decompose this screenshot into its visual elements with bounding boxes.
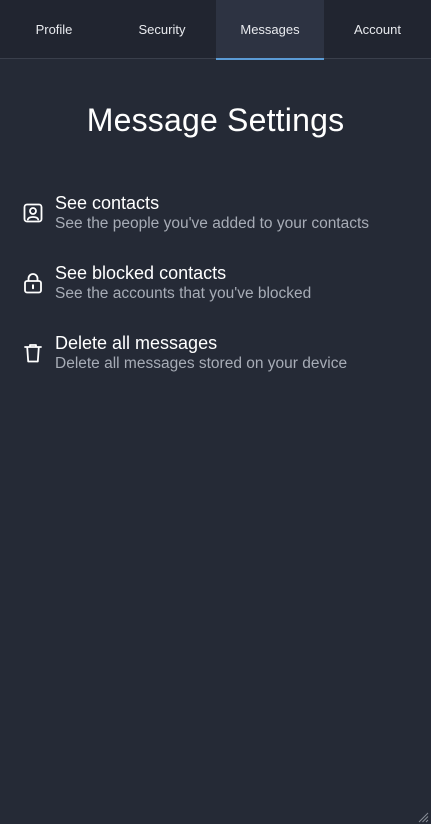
- item-description: Delete all messages stored on your devic…: [55, 355, 348, 372]
- item-title: See blocked contacts: [55, 263, 227, 283]
- item-description: See the accounts that you've blocked: [55, 285, 312, 302]
- settings-list: See contacts See the people you've added…: [0, 193, 431, 373]
- settings-window: Profile Security Messages Account Messag…: [0, 0, 431, 824]
- see-blocked-contacts-item[interactable]: See blocked contacts See the accounts th…: [22, 263, 402, 303]
- trash-icon: [22, 342, 44, 364]
- page-title: Message Settings: [86, 102, 345, 138]
- tab-security[interactable]: Security: [108, 0, 216, 59]
- tab-label: Profile: [35, 22, 73, 37]
- tab-profile[interactable]: Profile: [0, 0, 108, 59]
- tab-account[interactable]: Account: [324, 0, 431, 59]
- contact-card-icon: [22, 202, 44, 224]
- delete-all-messages-item[interactable]: Delete all messages Delete all messages …: [22, 333, 402, 373]
- resize-grip-icon[interactable]: [417, 810, 429, 823]
- item-title: See contacts: [55, 193, 160, 213]
- tab-label: Messages: [240, 22, 300, 37]
- see-contacts-item[interactable]: See contacts See the people you've added…: [22, 193, 402, 233]
- tab-label: Security: [138, 22, 186, 37]
- tab-messages[interactable]: Messages: [216, 0, 324, 60]
- tab-label: Account: [354, 22, 401, 37]
- tab-bar: Profile Security Messages Account: [0, 0, 431, 60]
- item-title: Delete all messages: [55, 333, 218, 353]
- lock-icon: [22, 272, 44, 294]
- item-description: See the people you've added to your cont…: [55, 215, 370, 232]
